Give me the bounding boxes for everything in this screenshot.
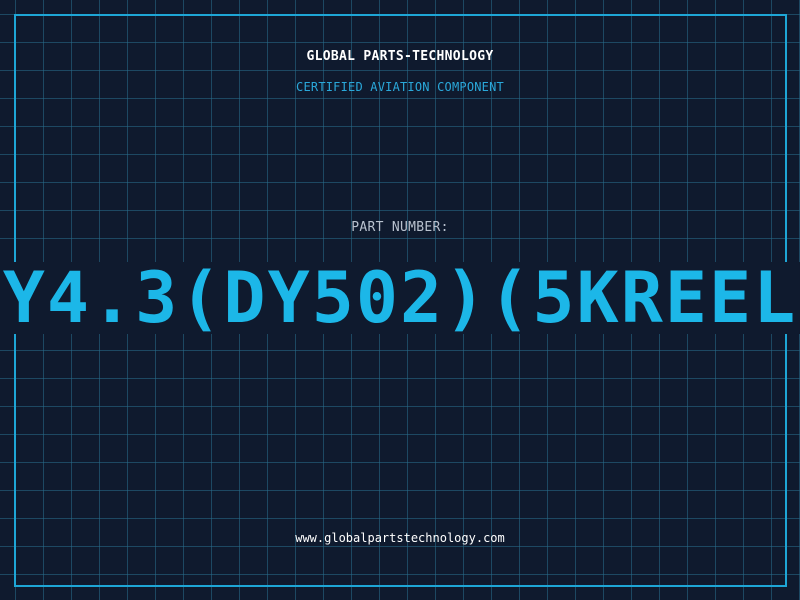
website-url: www.globalpartstechnology.com xyxy=(295,531,505,545)
certificate-card: GLOBAL PARTS-TECHNOLOGY CERTIFIED AVIATI… xyxy=(0,0,800,600)
part-number-label: PART NUMBER: xyxy=(351,220,449,235)
company-name: GLOBAL PARTS-TECHNOLOGY xyxy=(306,49,494,64)
certification-tagline: CERTIFIED AVIATION COMPONENT xyxy=(296,80,504,94)
part-number-value: DY4.3(DY502)(5KREEL) xyxy=(0,262,800,334)
part-number-band: DY4.3(DY502)(5KREEL) xyxy=(0,262,800,334)
